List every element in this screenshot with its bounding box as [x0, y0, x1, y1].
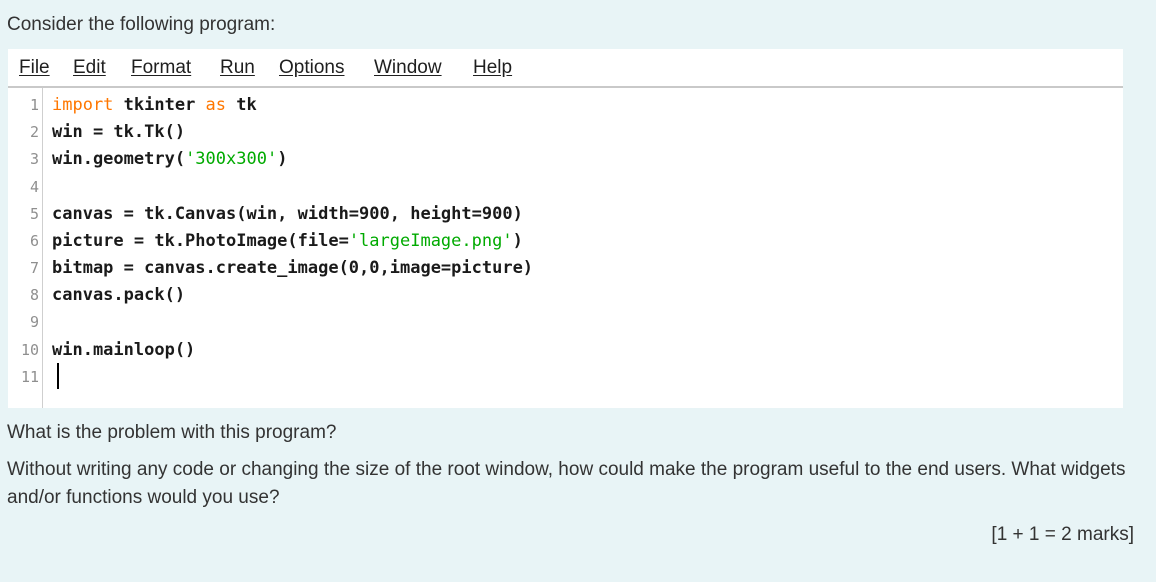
code-line-7: bitmap = canvas.create_image(0,0,image=p… [52, 258, 534, 278]
code-line-10: win.mainloop() [52, 340, 196, 360]
code-text: ) [277, 149, 288, 169]
line-number: 11 [20, 368, 39, 386]
string-literal: '300x300' [185, 149, 278, 169]
intro-text: Consider the following program: [7, 14, 276, 35]
menu-edit[interactable]: Edit [73, 57, 106, 79]
line-number: 4 [29, 178, 39, 196]
code-text: tk [226, 95, 257, 115]
code-text: ) [512, 231, 523, 251]
marks-label: [1 + 1 = 2 marks] [991, 524, 1134, 545]
keyword-import: import [52, 95, 114, 115]
line-number: 7 [29, 259, 39, 277]
code-text: win.geometry( [52, 149, 186, 169]
line-number: 9 [29, 313, 39, 331]
line-number: 6 [29, 232, 39, 250]
menu-bar: File Edit Format Run Options Window Help [8, 49, 1123, 88]
line-number: 3 [29, 150, 39, 168]
line-number: 5 [29, 205, 39, 223]
code-text: picture = tk.PhotoImage(file= [52, 231, 349, 251]
code-line-5: canvas = tk.Canvas(win, width=900, heigh… [52, 204, 523, 224]
keyword-as: as [205, 95, 227, 115]
menu-help[interactable]: Help [473, 57, 512, 79]
idle-editor-window: File Edit Format Run Options Window Help… [8, 49, 1123, 408]
code-line-3: win.geometry('300x300') [52, 148, 287, 170]
string-literal: 'largeImage.png' [348, 231, 513, 251]
menu-run[interactable]: Run [220, 57, 255, 79]
code-line-2: win = tk.Tk() [52, 122, 186, 142]
question-1: What is the problem with this program? [7, 422, 337, 443]
text-cursor [57, 363, 59, 389]
code-line-6: picture = tk.PhotoImage(file='largeImage… [52, 230, 523, 252]
code-line-8: canvas.pack() [52, 285, 186, 305]
line-number: 8 [29, 286, 39, 304]
menu-format[interactable]: Format [131, 57, 191, 79]
menu-file[interactable]: File [19, 57, 50, 79]
question-2: Without writing any code or changing the… [7, 459, 1126, 508]
line-number: 2 [29, 123, 39, 141]
line-number-gutter: 1 2 3 4 5 6 7 8 9 10 11 [8, 88, 43, 408]
menu-options[interactable]: Options [279, 57, 344, 79]
code-text: tkinter [113, 95, 206, 115]
code-line-1: import tkinter as tk [52, 94, 257, 116]
menu-window[interactable]: Window [374, 57, 442, 79]
line-number: 10 [20, 341, 39, 359]
line-number: 1 [29, 96, 39, 114]
code-editor[interactable]: 1 2 3 4 5 6 7 8 9 10 11 import tkinter a… [8, 88, 1123, 408]
